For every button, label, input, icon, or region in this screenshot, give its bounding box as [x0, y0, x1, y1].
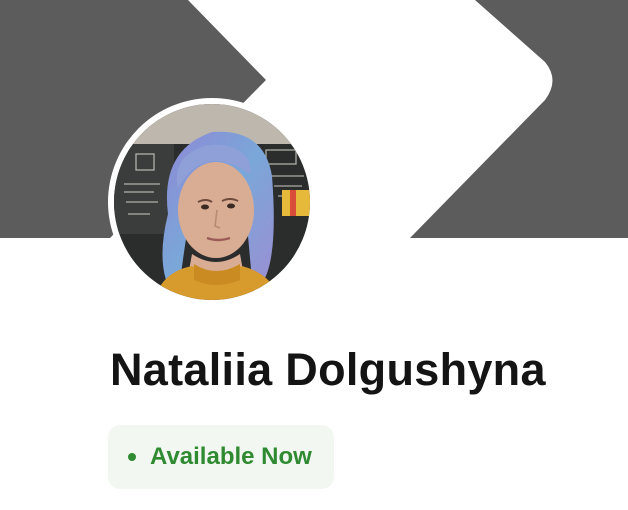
avatar[interactable] — [108, 98, 316, 306]
person-photo-icon — [114, 104, 310, 300]
profile-page: Nataliia Dolgushyna Available Now — [0, 0, 628, 510]
status-dot-icon — [128, 453, 136, 461]
profile-name: Nataliia Dolgushyna — [110, 344, 546, 395]
avatar-photo — [114, 104, 310, 300]
status-badge: Available Now — [108, 425, 334, 489]
status-label: Available Now — [150, 443, 312, 470]
